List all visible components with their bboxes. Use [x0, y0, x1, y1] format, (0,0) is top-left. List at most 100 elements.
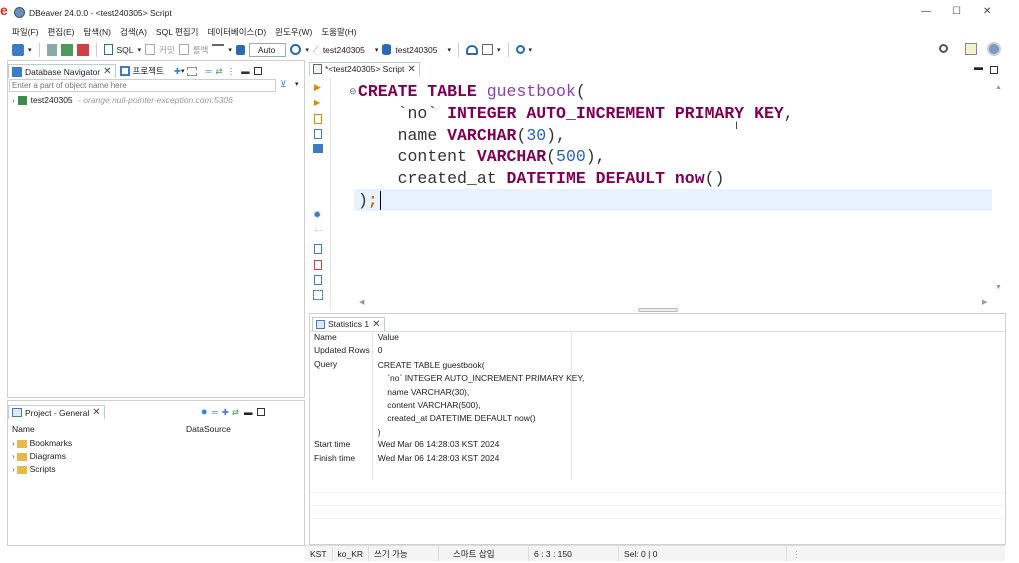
active-schema[interactable]: test240305 [395, 45, 437, 55]
project-link-icon[interactable]: ⇄ [232, 407, 239, 418]
sql-editor[interactable]: ⊖ CREATE TABLE guestbook( `no` INTEGER A… [330, 78, 1006, 312]
tab-projects[interactable]: 프로젝트 [119, 65, 164, 77]
menu-navigate[interactable]: 탐색(N) [83, 27, 110, 37]
sql-dropdown-icon[interactable]: ▾ [138, 46, 142, 54]
open-perspective-icon[interactable] [965, 43, 977, 55]
sql-button[interactable]: SQL [117, 45, 134, 55]
global-search-icon[interactable] [939, 44, 948, 53]
editor-maximize-icon[interactable] [990, 66, 998, 74]
link-editor-icon[interactable]: ⇄ [215, 66, 222, 77]
menu-edit[interactable]: 편집(E) [48, 27, 75, 37]
fold-marker-icon[interactable]: ⊖ [349, 86, 357, 97]
project-maximize-icon[interactable] [256, 408, 265, 416]
transaction-dropdown-icon[interactable]: ▾ [228, 46, 232, 54]
new-connection-small-icon[interactable]: ✚ [174, 66, 181, 77]
collapse-all-icon[interactable]: ═ [205, 66, 211, 76]
menu-file[interactable]: 파일(F) [12, 27, 39, 37]
navigator-filter-input[interactable] [9, 79, 276, 92]
minimize-panel-icon[interactable]: ▬ [241, 66, 250, 76]
menu-sql-editor[interactable]: SQL 편집기 [156, 27, 199, 37]
close-statistics-icon[interactable]: ✕ [372, 319, 380, 330]
execute-statement-icon[interactable]: ▶ [314, 82, 321, 93]
save-script-icon[interactable] [314, 275, 322, 285]
schema-dropdown-icon[interactable]: ▾ [447, 46, 451, 54]
new-dropdown-icon[interactable]: ▾ [181, 67, 185, 75]
splitter-handle[interactable] [638, 308, 678, 312]
search-tool-icon[interactable] [515, 45, 525, 54]
table-row[interactable]: Finish time Wed Mar 06 14:28:03 KST 2024 [310, 453, 588, 466]
dbeaver-perspective-icon[interactable] [987, 42, 1001, 56]
expand-icon[interactable]: › [12, 464, 15, 474]
project-minimize-icon[interactable]: ▬ [244, 407, 253, 417]
project-item-bookmarks[interactable]: › Bookmarks [12, 438, 72, 448]
erd-dropdown-icon[interactable]: ▾ [497, 46, 501, 54]
rollback-button[interactable]: 롤백 [193, 44, 209, 56]
rollback-icon[interactable] [178, 44, 189, 55]
search-dropdown-icon[interactable]: ▾ [529, 46, 533, 54]
project-add-icon[interactable]: ✚ [222, 407, 229, 418]
close-project-icon[interactable]: ✕ [92, 407, 100, 418]
scroll-left-icon[interactable]: ◀ [359, 298, 364, 306]
erd-icon[interactable] [482, 44, 493, 55]
active-datasource[interactable]: test240305 [323, 45, 365, 55]
history-dropdown-icon[interactable]: ▾ [305, 46, 309, 54]
menu-window[interactable]: 윈도우(W) [275, 27, 312, 37]
project-item-scripts[interactable]: › Scripts [12, 464, 56, 474]
project-item-diagrams[interactable]: › Diagrams [12, 451, 66, 461]
tab-statistics[interactable]: Statistics 1 ✕ [312, 316, 385, 331]
connect-icon[interactable] [46, 43, 57, 56]
tab-project-general[interactable]: Project - General ✕ [8, 405, 105, 419]
commit-mode-box[interactable]: Auto [248, 42, 287, 57]
close-navigator-icon[interactable]: ✕ [103, 66, 111, 77]
commit-button[interactable]: 커밋 [159, 44, 175, 56]
minimize-button[interactable]: — [921, 6, 931, 17]
lock-icon[interactable] [235, 44, 245, 55]
explain-plan-icon[interactable] [314, 129, 322, 139]
menu-search[interactable]: 검색(A) [120, 27, 147, 37]
console-icon[interactable] [313, 144, 323, 153]
open-script-icon[interactable] [314, 260, 322, 270]
tab-script[interactable]: *<test240305> Script ✕ [309, 61, 420, 76]
scroll-up-icon[interactable]: ▲ [995, 84, 1002, 91]
view-menu-icon[interactable]: ⋮ [227, 66, 236, 77]
scroll-down-icon[interactable]: ▼ [995, 284, 1002, 291]
new-script-icon[interactable] [314, 244, 322, 254]
filter-icon[interactable]: ⊻ [280, 79, 287, 90]
invalidate-icon[interactable] [60, 43, 73, 56]
status-grip-icon: ⋮ [792, 548, 801, 559]
disconnect-icon[interactable] [76, 43, 89, 56]
menu-help[interactable]: 도움말(H) [321, 27, 356, 37]
maximize-button[interactable]: ☐ [952, 6, 961, 17]
maximize-panel-icon[interactable] [253, 67, 262, 75]
filter-box-icon[interactable] [187, 66, 198, 76]
project-collapse-icon[interactable]: ═ [212, 407, 218, 417]
new-connection-icon[interactable] [12, 43, 24, 56]
configure-icon[interactable]: ✹ [201, 407, 208, 418]
commit-icon[interactable] [145, 44, 156, 55]
menu-database[interactable]: 데이터베이스(D) [207, 27, 266, 37]
table-row[interactable]: Query CREATE TABLE guestbook( `no` INTEG… [310, 359, 588, 439]
execute-script-icon[interactable] [314, 114, 322, 124]
row-name: Query [314, 358, 338, 369]
layout-icon[interactable] [313, 290, 323, 300]
expand-icon[interactable]: › [12, 438, 15, 448]
dropdown-icon[interactable]: ▾ [28, 46, 32, 54]
sql-editor-icon[interactable] [103, 44, 113, 55]
tab-database-navigator[interactable]: Database Navigator ✕ [8, 64, 116, 78]
dashboard-icon[interactable] [466, 44, 478, 55]
execute-in-new-tab-icon[interactable]: ▶ [314, 98, 320, 107]
expand-connection-icon[interactable]: › [12, 95, 15, 105]
filter-dropdown-icon[interactable]: ▾ [295, 80, 299, 88]
editor-minimize-icon[interactable]: ▬ [974, 62, 983, 72]
transaction-mode-icon[interactable] [212, 44, 225, 55]
table-row[interactable]: Start time Wed Mar 06 14:28:03 KST 2024 [310, 439, 588, 452]
scroll-right-icon[interactable]: ▶ [982, 298, 987, 306]
table-row[interactable]: Updated Rows 0 [310, 345, 588, 358]
settings-gear-icon[interactable]: ✹ [313, 210, 321, 221]
connection-node[interactable]: › test240305 - orange.null-pointer-excep… [12, 95, 233, 106]
expand-icon[interactable]: › [12, 451, 15, 461]
history-icon[interactable] [290, 44, 302, 55]
close-button[interactable]: ✕ [983, 6, 991, 17]
close-script-icon[interactable]: ✕ [407, 64, 415, 75]
datasource-dropdown-icon[interactable]: ▾ [375, 46, 379, 54]
